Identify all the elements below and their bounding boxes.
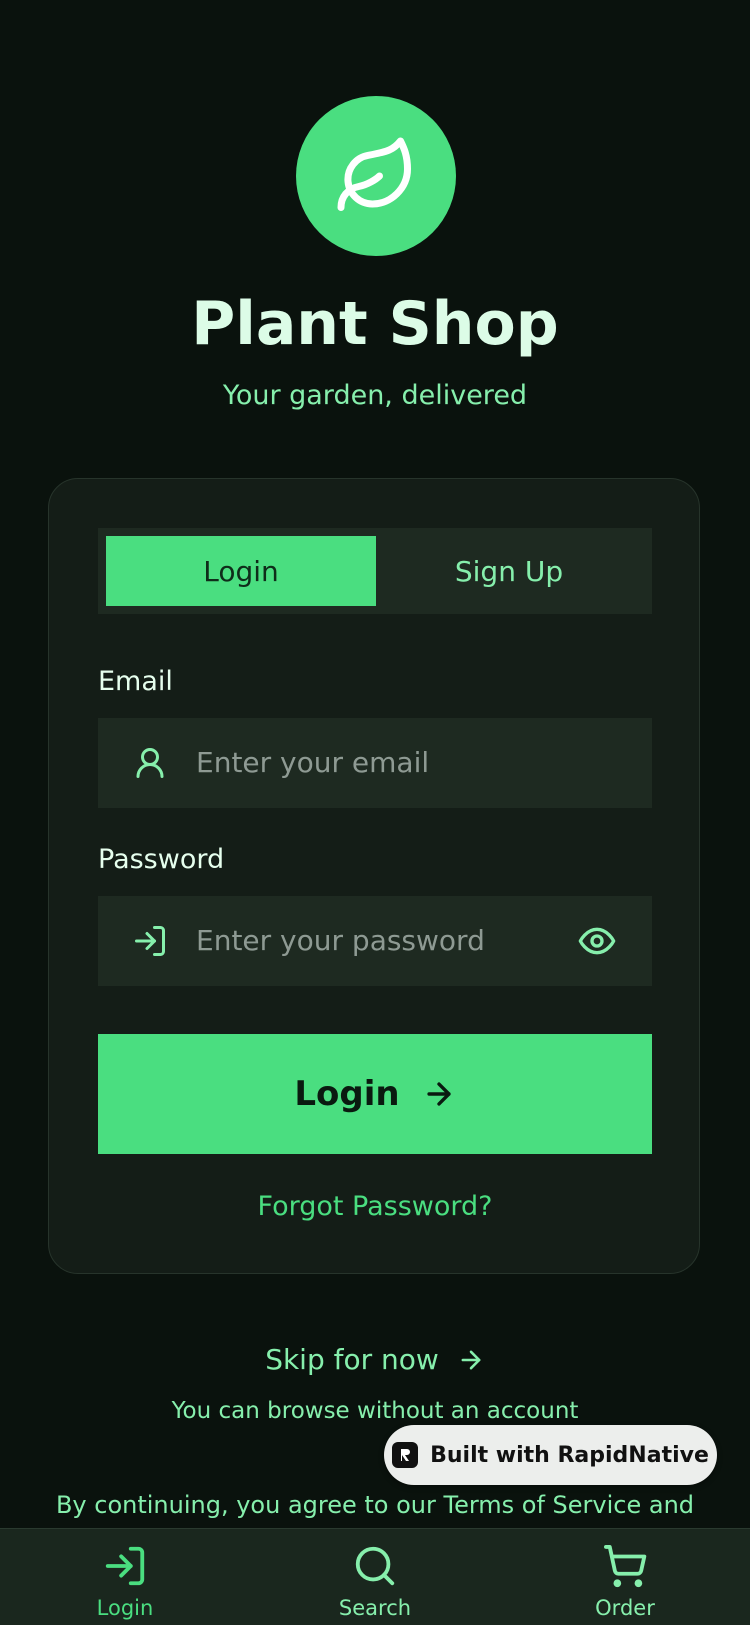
login-submit-button[interactable]: Login [98, 1034, 652, 1154]
email-label: Email [98, 666, 173, 697]
login-icon [105, 1546, 145, 1586]
arrow-right-icon [426, 1082, 451, 1106]
nav-item-search[interactable]: Search [285, 1529, 465, 1625]
cart-icon [604, 1545, 647, 1588]
tab-sign-up[interactable]: Sign Up [374, 536, 644, 606]
login-submit-label: Login [294, 1074, 400, 1114]
email-placeholder: Enter your email [196, 746, 430, 779]
badge-label: Built with RapidNative [430, 1442, 709, 1468]
app-subtitle: Your garden, delivered [222, 380, 528, 411]
rapidnative-badge[interactable]: Built with RapidNative [384, 1425, 717, 1485]
nav-item-login[interactable]: Login [35, 1529, 215, 1625]
eye-icon[interactable] [577, 921, 617, 961]
user-icon [136, 748, 164, 778]
password-placeholder: Enter your password [196, 924, 485, 957]
password-label: Password [98, 844, 225, 875]
nav-label-order: Order [595, 1596, 655, 1620]
arrow-right-icon [461, 1350, 481, 1370]
password-field[interactable]: Enter your password [98, 896, 652, 986]
forgot-password-link[interactable]: Forgot Password? [0, 1188, 750, 1226]
skip-label: Skip for now [265, 1343, 439, 1376]
rapidnative-logo-icon [392, 1442, 419, 1468]
auth-tab-bar: Login Sign Up [98, 528, 652, 614]
skip-caption: You can browse without an account [171, 1398, 579, 1424]
bottom-nav: Login Search Order [0, 1528, 750, 1625]
search-icon [355, 1546, 395, 1586]
terms-text: By continuing, you agree to our Terms of… [55, 1491, 695, 1519]
leaf-icon [337, 137, 411, 211]
nav-item-order[interactable]: Order [535, 1529, 715, 1625]
email-field[interactable]: Enter your email [98, 718, 652, 808]
nav-label-search: Search [338, 1596, 412, 1620]
skip-button[interactable]: Skip for now [0, 1340, 750, 1380]
app-title: Plant Shop [191, 289, 559, 359]
tab-login[interactable]: Login [106, 536, 376, 606]
app-logo [296, 96, 456, 256]
login-icon [135, 926, 165, 956]
nav-label-login: Login [96, 1596, 154, 1620]
